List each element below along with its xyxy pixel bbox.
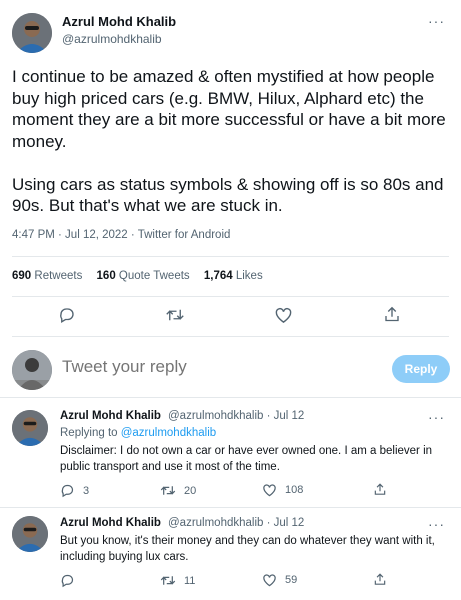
- likes-stat[interactable]: 1,764 Likes: [204, 270, 263, 282]
- retweet-count: 11: [184, 574, 196, 587]
- like-button[interactable]: [274, 306, 293, 324]
- divider: [0, 397, 461, 398]
- reply-icon: [58, 306, 76, 324]
- author-name[interactable]: Azrul Mohd Khalib: [62, 14, 176, 29]
- reply-icon: [60, 573, 75, 588]
- share-button[interactable]: [373, 572, 387, 587]
- quote-label: Quote Tweets: [118, 270, 190, 282]
- reply-author-name[interactable]: Azrul Mohd Khalib: [60, 410, 161, 422]
- retweets-label: Retweets: [34, 270, 83, 282]
- retweets-stat[interactable]: 690 Retweets: [12, 270, 82, 282]
- more-options-icon[interactable]: ···: [428, 410, 445, 424]
- reply-author-avatar[interactable]: [12, 410, 48, 446]
- divider: [12, 256, 449, 257]
- quote-count: 160: [96, 270, 116, 282]
- reply-button[interactable]: 3: [60, 483, 89, 498]
- likes-count: 1,764: [203, 270, 233, 282]
- tweet-timestamp[interactable]: 4:47 PM · Jul 12, 2022 · Twitter for And…: [12, 229, 230, 241]
- reply-author-avatar[interactable]: [12, 516, 48, 552]
- reply-button[interactable]: [60, 573, 75, 588]
- reply-icon: [60, 483, 75, 498]
- author-avatar[interactable]: [12, 13, 52, 53]
- share-button[interactable]: [383, 305, 401, 324]
- likes-label: Likes: [235, 270, 263, 282]
- retweet-button[interactable]: 20: [160, 483, 196, 498]
- retweet-button[interactable]: [165, 306, 185, 324]
- reply-count: 3: [83, 484, 90, 497]
- replying-to-handle-link[interactable]: @azrulmohdkhalib: [121, 427, 216, 439]
- submit-reply-button[interactable]: Reply: [392, 355, 450, 383]
- more-options-icon[interactable]: ···: [428, 14, 445, 28]
- retweet-icon: [160, 483, 176, 498]
- more-options-icon[interactable]: ···: [428, 517, 445, 531]
- reply-input[interactable]: [62, 357, 312, 377]
- share-button[interactable]: [373, 482, 387, 497]
- heart-icon: [274, 306, 293, 324]
- share-icon: [383, 305, 401, 324]
- retweet-icon: [165, 306, 185, 324]
- replying-to: Replying to @azrulmohdkhalib: [60, 427, 216, 439]
- tweet-stats: 690 Retweets 160 Quote Tweets 1,764 Like…: [12, 270, 274, 282]
- retweet-button[interactable]: 11: [160, 573, 195, 588]
- divider: [0, 507, 461, 508]
- author-handle[interactable]: @azrulmohdkhalib: [62, 32, 162, 46]
- reply-author-handle[interactable]: @azrulmohdkhalib · Jul 12: [168, 517, 304, 529]
- share-icon: [373, 572, 387, 587]
- heart-icon: [262, 483, 277, 497]
- reply-author-handle[interactable]: @azrulmohdkhalib · Jul 12: [168, 410, 304, 422]
- heart-icon: [262, 573, 277, 587]
- tweet-text: I continue to be amazed & often mystifie…: [12, 67, 446, 215]
- like-button[interactable]: 59: [262, 573, 297, 587]
- like-button[interactable]: 108: [262, 483, 303, 497]
- like-count: 108: [285, 484, 304, 496]
- divider: [12, 296, 449, 297]
- reply-text: But you know, it's their money and they …: [60, 535, 435, 563]
- retweet-icon: [160, 573, 176, 588]
- reply-text: Disclaimer: I do not own a car or have e…: [60, 445, 433, 473]
- replying-to-prefix: Replying to: [60, 427, 121, 439]
- retweet-count: 20: [184, 484, 197, 497]
- like-count: 59: [285, 574, 298, 586]
- share-icon: [373, 482, 387, 497]
- divider: [12, 336, 449, 337]
- reply-author-name[interactable]: Azrul Mohd Khalib: [60, 517, 161, 529]
- reply-button[interactable]: [58, 306, 76, 324]
- quote-tweets-stat[interactable]: 160 Quote Tweets: [97, 270, 190, 282]
- current-user-avatar[interactable]: [12, 350, 52, 390]
- retweets-count: 690: [12, 270, 32, 282]
